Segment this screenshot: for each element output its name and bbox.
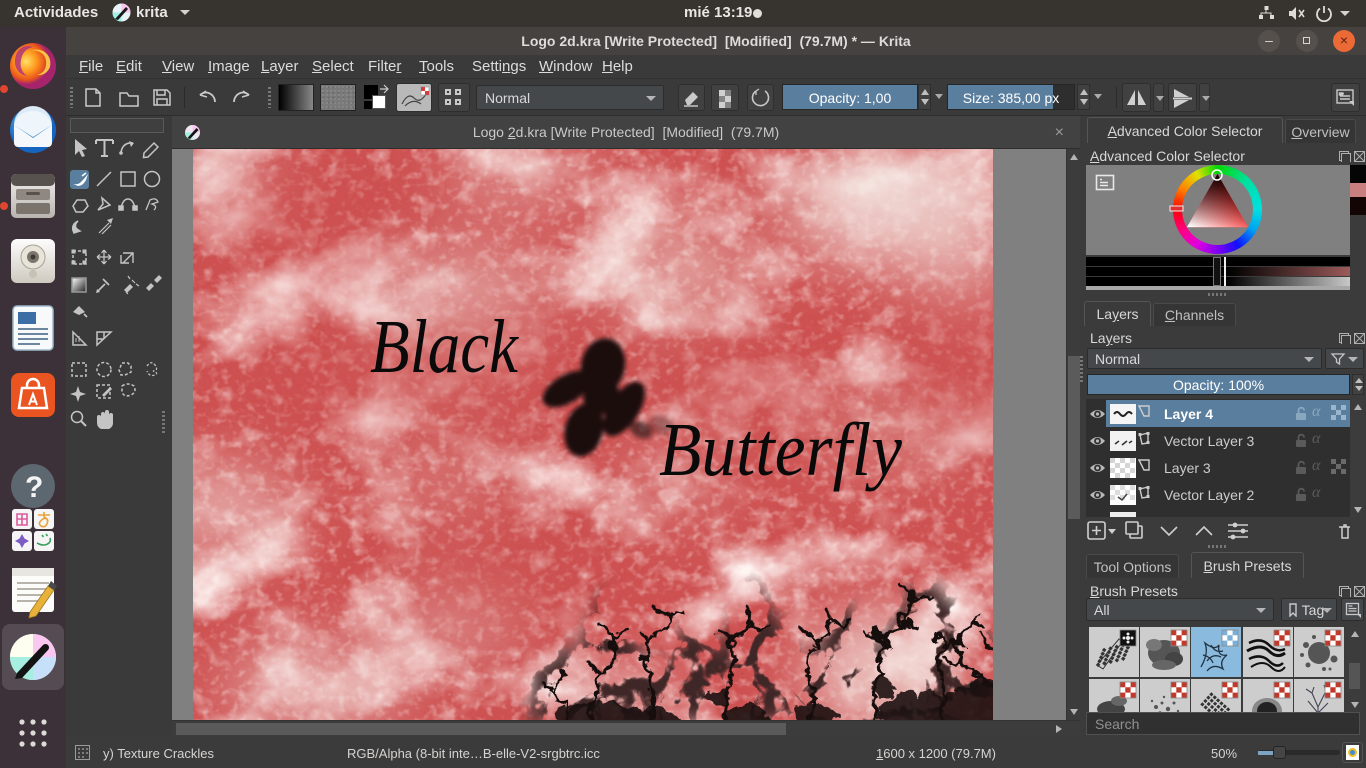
svg-text:?: ?: [25, 471, 43, 504]
svg-text:Black: Black: [370, 305, 519, 389]
svg-text:Butterfly: Butterfly: [659, 408, 902, 492]
